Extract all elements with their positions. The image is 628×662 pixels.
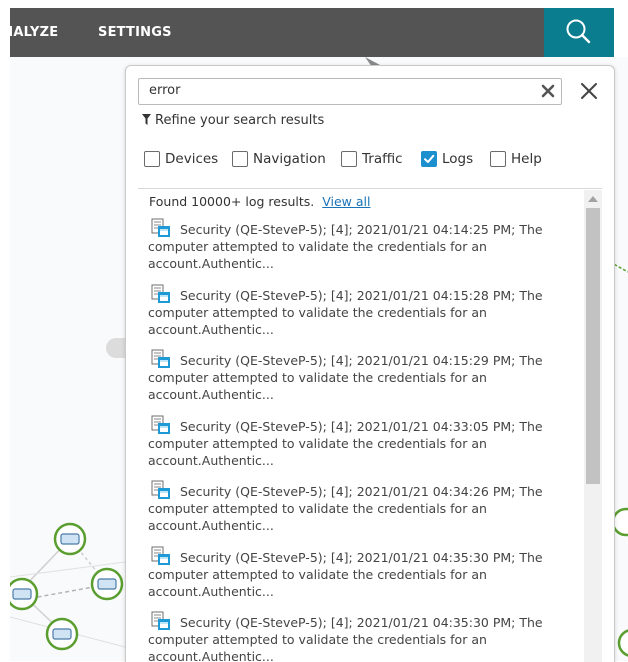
nav-settings[interactable]: SETTINGS [98,8,172,57]
view-all-link[interactable]: View all [322,194,370,209]
log-result-item[interactable]: Security (QE-SteveP-5); [4]; 2021/01/21 … [148,284,548,338]
close-icon [581,83,597,99]
checkmark-icon [424,154,435,163]
log-file-icon [148,546,174,566]
checkbox[interactable] [232,151,248,167]
nav-analyze[interactable]: ANALYZE [10,8,70,57]
clear-icon [541,84,555,98]
log-file-icon [148,415,174,435]
filter-help[interactable]: Help [490,149,542,169]
filter-traffic[interactable]: Traffic [341,149,403,169]
scroll-thumb[interactable] [586,208,600,484]
network-node[interactable] [90,567,124,601]
log-result-text: Security (QE-SteveP-5); [4]; 2021/01/21 … [148,615,543,662]
network-node[interactable] [611,507,628,537]
log-file-icon [148,284,174,304]
results-list: Found 10000+ log results. View all Securi… [138,190,602,662]
clear-search-button[interactable] [539,82,557,100]
refine-label: Refine your search results [155,113,325,128]
log-result-text: Security (QE-SteveP-5); [4]; 2021/01/21 … [148,484,543,533]
filter-logs[interactable]: Logs [421,149,473,169]
top-nav-bar: ANALYZE SETTINGS [10,8,614,57]
checkbox[interactable] [341,151,357,167]
checkbox-checked[interactable] [421,151,437,167]
log-result-text: Security (QE-SteveP-5); [4]; 2021/01/21 … [148,222,543,271]
log-result-item[interactable]: Security (QE-SteveP-5); [4]; 2021/01/21 … [148,546,548,600]
results-viewport: Found 10000+ log results. View all Securi… [138,190,576,662]
search-input[interactable] [139,79,529,102]
search-button[interactable] [544,8,614,57]
close-panel-button[interactable] [578,80,600,102]
log-result-text: Security (QE-SteveP-5); [4]; 2021/01/21 … [148,549,543,599]
log-result-item[interactable]: Security (QE-SteveP-5); [4]; 2021/01/21 … [148,611,548,662]
log-file-icon [148,611,174,631]
filter-navigation[interactable]: Navigation [232,149,326,169]
filter-devices[interactable]: Devices [144,149,218,169]
results-scrollbar[interactable] [584,190,602,662]
refine-results-toggle[interactable]: Refine your search results [142,113,324,128]
log-result-item[interactable]: Security (QE-SteveP-5); [4]; 2021/01/21 … [148,480,548,534]
network-node[interactable] [617,629,628,657]
scroll-up-arrow-icon[interactable] [588,196,598,202]
checkbox[interactable] [144,151,160,167]
search-icon [566,19,591,44]
divider [138,188,602,189]
network-node[interactable] [45,617,79,651]
network-node[interactable] [10,577,39,611]
checkbox[interactable] [490,151,506,167]
log-result-item[interactable]: Security (QE-SteveP-5); [4]; 2021/01/21 … [148,349,548,403]
log-result-text: Security (QE-SteveP-5); [4]; 2021/01/21 … [148,287,543,337]
log-result-item[interactable]: Security (QE-SteveP-5); [4]; 2021/01/21 … [148,415,548,469]
network-node[interactable] [53,522,87,556]
log-result-text: Security (QE-SteveP-5); [4]; 2021/01/21 … [148,418,543,468]
search-panel: Refine your search results Devices Navig… [125,65,615,662]
log-result-text: Security (QE-SteveP-5); [4]; 2021/01/21 … [148,353,543,402]
funnel-icon [142,114,151,125]
log-file-icon [148,349,174,369]
search-box [138,78,562,105]
log-result-item[interactable]: Security (QE-SteveP-5); [4]; 2021/01/21 … [148,218,548,272]
results-summary: Found 10000+ log results. View all [149,194,371,209]
log-file-icon [148,480,174,500]
log-file-icon [148,218,174,238]
